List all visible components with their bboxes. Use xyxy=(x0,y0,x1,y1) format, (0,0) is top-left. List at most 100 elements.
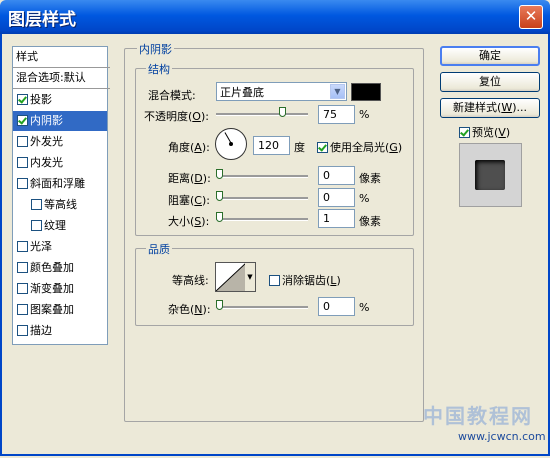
new-style-tail: )... xyxy=(512,101,527,114)
size-slider-thumb[interactable] xyxy=(216,212,223,222)
sidebar-item-checkbox[interactable] xyxy=(17,114,28,126)
contour-picker[interactable] xyxy=(215,262,247,292)
watermark-url: www.jcwcn.com xyxy=(458,430,546,443)
sidebar-item[interactable]: 光泽 xyxy=(13,237,107,257)
sidebar-item-label: 投影 xyxy=(30,93,52,106)
shadow-color-swatch[interactable] xyxy=(351,83,381,101)
new-style-button[interactable]: 新建样式(W)... xyxy=(440,98,540,118)
size-unit: 像素 xyxy=(359,215,381,228)
opacity-label-tail: ): xyxy=(200,110,209,123)
distance-label-text: 距离( xyxy=(168,172,195,185)
sidebar-item-label: 渐变叠加 xyxy=(30,282,74,295)
sidebar-item[interactable]: 描边 xyxy=(13,321,107,341)
sidebar-item-checkbox[interactable] xyxy=(17,282,28,294)
sidebar-item-checkbox[interactable] xyxy=(17,240,28,252)
distance-slider-thumb[interactable] xyxy=(216,169,223,179)
sidebar-item[interactable]: 外发光 xyxy=(13,132,107,152)
styles-header[interactable]: 样式 xyxy=(13,47,110,68)
blend-mode-value: 正片叠底 xyxy=(220,86,264,99)
sidebar-item-label: 颜色叠加 xyxy=(30,261,74,274)
angle-dial[interactable] xyxy=(215,128,247,160)
choke-unit: % xyxy=(359,192,370,205)
size-label-text: 大小( xyxy=(168,215,195,228)
noise-label-text: 杂色( xyxy=(168,303,195,316)
anti-alias-tail: ) xyxy=(336,274,341,287)
size-input[interactable]: 1 xyxy=(318,209,355,228)
sidebar-item-checkbox[interactable] xyxy=(31,198,42,210)
choke-slider-thumb[interactable] xyxy=(216,191,223,201)
sidebar-item-checkbox[interactable] xyxy=(17,156,28,168)
ok-label: 确定 xyxy=(479,49,501,62)
blend-mode-select[interactable]: 正片叠底 ▼ xyxy=(216,82,347,101)
choke-input[interactable]: 0 xyxy=(318,188,355,207)
angle-label-tail: ): xyxy=(201,141,210,154)
opacity-slider[interactable] xyxy=(216,107,308,121)
ok-button[interactable]: 确定 xyxy=(440,46,540,66)
noise-unit: % xyxy=(359,301,370,314)
close-button[interactable]: ✕ xyxy=(519,5,543,29)
sidebar-item[interactable]: 等高线 xyxy=(13,195,107,215)
blend-options-label: 混合选项:默认 xyxy=(16,71,86,84)
anti-alias-checkbox[interactable]: 消除锯齿(L) xyxy=(265,272,341,288)
contour-label: 等高线: xyxy=(172,274,209,287)
sidebar-item-checkbox[interactable] xyxy=(17,261,28,273)
contour-dropdown-button[interactable]: ▼ xyxy=(245,262,256,292)
sidebar-item[interactable]: 渐变叠加 xyxy=(13,279,107,299)
distance-unit: 像素 xyxy=(359,172,381,185)
sidebar-item[interactable]: 斜面和浮雕 xyxy=(13,174,107,194)
size-slider-track xyxy=(216,218,308,221)
noise-input[interactable]: 0 xyxy=(318,297,355,316)
distance-input[interactable]: 0 xyxy=(318,166,355,185)
sidebar-item-label: 内阴影 xyxy=(30,114,63,127)
sidebar-item-checkbox[interactable] xyxy=(17,177,28,189)
anti-alias-check[interactable] xyxy=(269,274,280,286)
noise-value: 0 xyxy=(323,300,330,313)
sidebar-item-checkbox[interactable] xyxy=(17,303,28,315)
title-bar[interactable]: 图层样式 ✕ xyxy=(0,0,550,34)
watermark: 中国教程网 www.jcwcn.com xyxy=(418,400,546,454)
new-style-label: 新建样式( xyxy=(453,101,502,114)
sidebar-item-checkbox[interactable] xyxy=(17,93,28,105)
sidebar-item[interactable]: 颜色叠加 xyxy=(13,258,107,278)
quality-legend: 品质 xyxy=(146,241,172,257)
sidebar-item-checkbox[interactable] xyxy=(17,135,28,147)
opacity-slider-thumb[interactable] xyxy=(279,107,286,117)
sidebar-item-checkbox[interactable] xyxy=(31,219,42,231)
styles-list: 样式 混合选项:默认 投影内阴影外发光 内发光斜面和浮雕等高线纹理光泽颜色叠加渐变… xyxy=(12,46,110,345)
blend-options-item[interactable]: 混合选项:默认 xyxy=(13,68,110,89)
distance-slider-track xyxy=(216,175,308,178)
structure-legend: 结构 xyxy=(146,61,172,77)
preview-hotkey: V xyxy=(498,126,506,139)
new-style-hotkey: W xyxy=(501,101,513,114)
contour-curve-icon xyxy=(216,263,246,291)
preview-checkbox[interactable]: 预览(V) xyxy=(455,124,510,140)
sidebar-item[interactable]: 内发光 xyxy=(13,153,107,173)
distance-label: 距离(D): xyxy=(168,170,211,186)
sidebar-item-label: 斜面和浮雕 xyxy=(30,177,85,190)
size-slider[interactable] xyxy=(216,212,308,226)
sidebar-item-label: 光泽 xyxy=(30,240,52,253)
reset-button[interactable]: 复位 xyxy=(440,72,540,92)
sidebar-item-checkbox[interactable] xyxy=(17,324,28,336)
preview-tail: ) xyxy=(505,126,511,139)
sidebar-item[interactable]: 纹理 xyxy=(13,216,107,236)
choke-slider[interactable] xyxy=(216,191,308,205)
opacity-hotkey: O xyxy=(192,110,201,123)
noise-slider[interactable] xyxy=(216,300,308,314)
style-preview xyxy=(459,143,522,207)
opacity-input[interactable]: 75 xyxy=(318,105,355,124)
noise-slider-thumb[interactable] xyxy=(216,300,223,310)
sidebar-item[interactable]: 投影 xyxy=(13,90,107,110)
global-light-checkbox[interactable]: 使用全局光(G) xyxy=(313,139,402,155)
opacity-unit: % xyxy=(359,108,370,121)
sidebar-item[interactable]: 图案叠加 xyxy=(13,300,107,320)
styles-header-label: 样式 xyxy=(16,50,38,63)
angle-input[interactable]: 120 xyxy=(253,136,290,155)
global-light-hotkey: G xyxy=(389,141,398,154)
preview-check[interactable] xyxy=(459,126,470,138)
global-light-check[interactable] xyxy=(317,141,328,153)
distance-slider[interactable] xyxy=(216,169,308,183)
preview-label: 预览( xyxy=(472,126,499,139)
sidebar-item-label: 等高线 xyxy=(44,198,77,211)
sidebar-item[interactable]: 内阴影 xyxy=(13,111,107,131)
